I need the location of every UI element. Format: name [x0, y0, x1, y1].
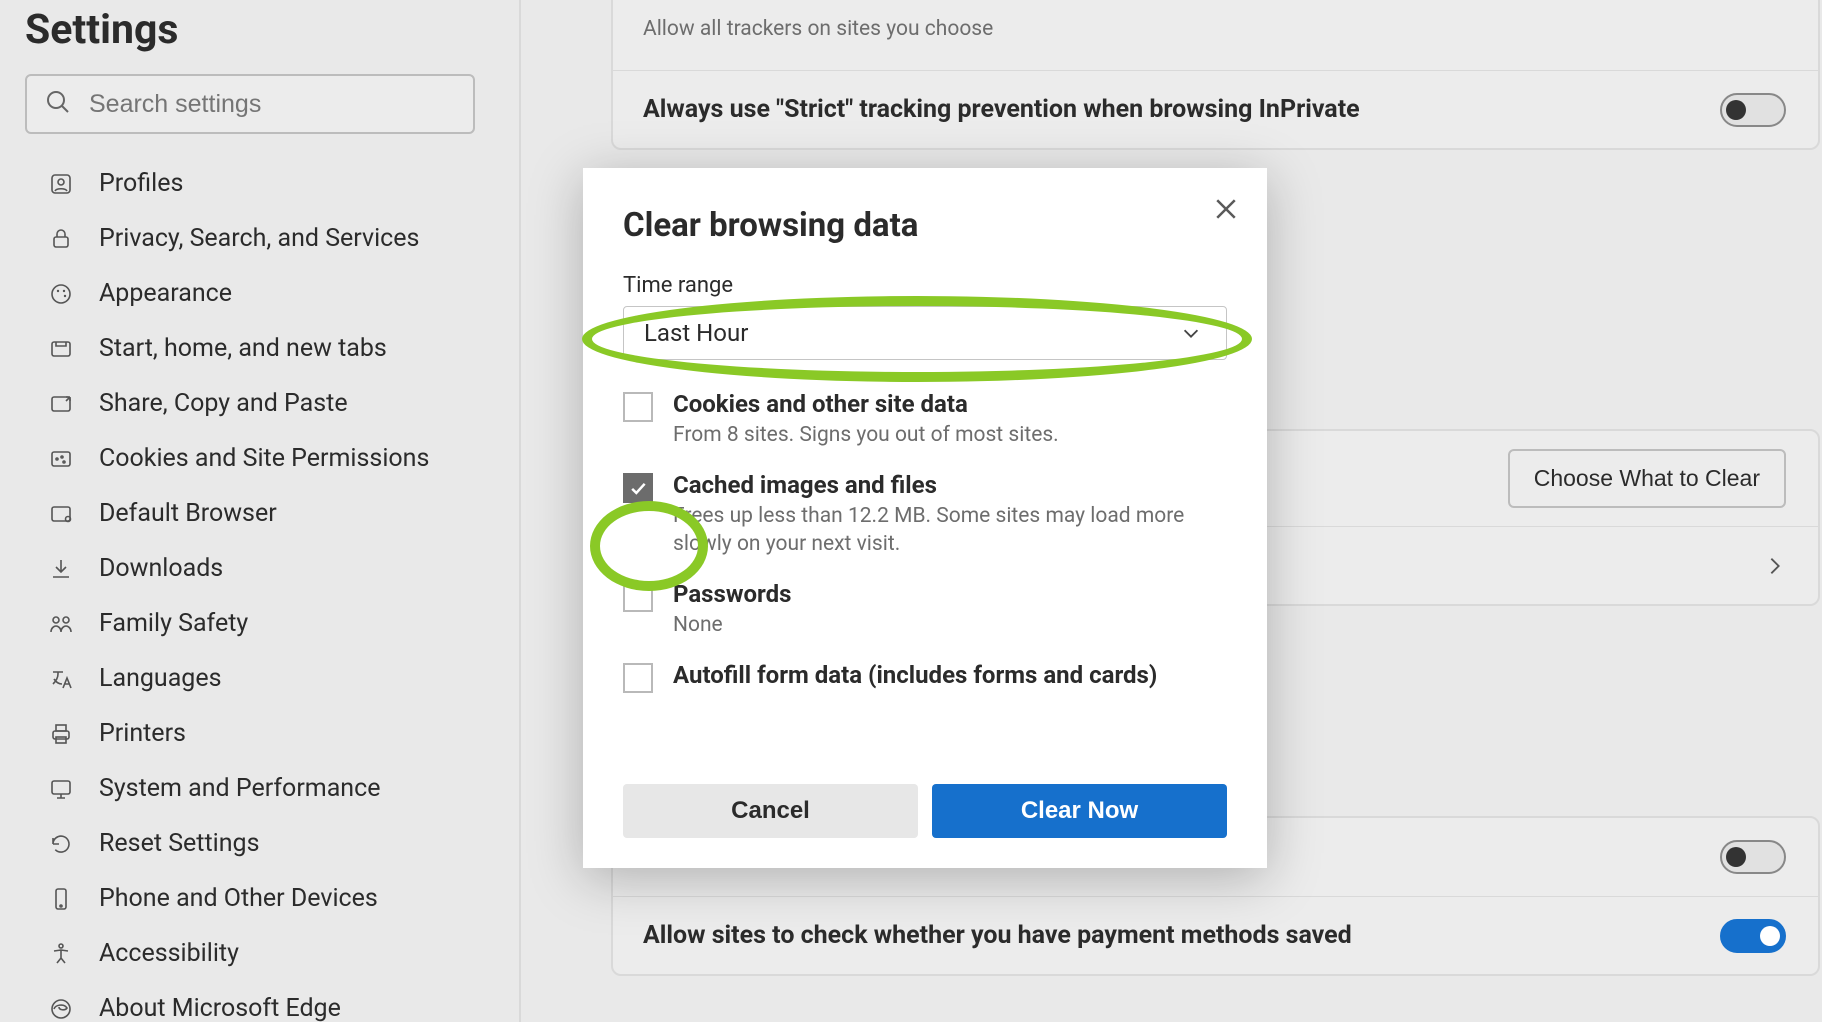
sidebar-item-privacy-search-and-services[interactable]: Privacy, Search, and Services: [25, 211, 494, 266]
time-range-label: Time range: [623, 273, 1227, 298]
sidebar-item-label: Cookies and Site Permissions: [99, 444, 429, 473]
cancel-button[interactable]: Cancel: [623, 784, 918, 838]
printer-icon: [47, 720, 75, 748]
trackers-subtitle: Allow all trackers on sites you choose: [643, 17, 993, 41]
tab-icon: [47, 335, 75, 363]
reset-icon: [47, 830, 75, 858]
sidebar-item-label: About Microsoft Edge: [99, 994, 341, 1022]
clear-option-autofill-form-data-includes-forms-and-cards: Autofill form data (includes forms and c…: [623, 661, 1219, 693]
sidebar-item-label: Family Safety: [99, 609, 248, 638]
sidebar-item-label: Appearance: [99, 279, 232, 308]
checkbox[interactable]: [623, 582, 653, 612]
option-title: Cookies and other site data: [673, 390, 1059, 418]
sidebar-item-label: Profiles: [99, 169, 183, 198]
option-description: From 8 sites. Signs you out of most site…: [673, 422, 1059, 449]
family-icon: [47, 610, 75, 638]
unknown-toggle[interactable]: [1720, 840, 1786, 874]
checkbox[interactable]: [623, 473, 653, 503]
sidebar-item-downloads[interactable]: Downloads: [25, 541, 494, 596]
time-range-value: Last Hour: [644, 319, 748, 347]
system-icon: [47, 775, 75, 803]
sidebar-item-label: Downloads: [99, 554, 223, 583]
sidebar-item-default-browser[interactable]: Default Browser: [25, 486, 494, 541]
option-title: Autofill form data (includes forms and c…: [673, 661, 1157, 689]
payment-methods-toggle[interactable]: [1720, 919, 1786, 953]
sidebar-item-label: Printers: [99, 719, 186, 748]
search-icon: [45, 89, 71, 119]
sidebar-item-label: System and Performance: [99, 774, 380, 803]
search-settings[interactable]: [25, 74, 475, 134]
choose-what-to-clear-button[interactable]: Choose What to Clear: [1508, 449, 1786, 508]
cookie-icon: [47, 445, 75, 473]
checkbox[interactable]: [623, 663, 653, 693]
sidebar-item-share-copy-and-paste[interactable]: Share, Copy and Paste: [25, 376, 494, 431]
accessibility-icon: [47, 940, 75, 968]
lock-icon: [47, 225, 75, 253]
phone-icon: [47, 885, 75, 913]
sidebar-item-label: Privacy, Search, and Services: [99, 224, 419, 253]
strict-tracking-toggle[interactable]: [1720, 93, 1786, 127]
sidebar-item-cookies-and-site-permissions[interactable]: Cookies and Site Permissions: [25, 431, 494, 486]
option-title: Passwords: [673, 580, 791, 608]
browser-icon: [47, 500, 75, 528]
sidebar-item-label: Start, home, and new tabs: [99, 334, 387, 363]
sidebar-item-label: Share, Copy and Paste: [99, 389, 348, 418]
option-description: None: [673, 612, 791, 639]
sidebar-item-label: Phone and Other Devices: [99, 884, 378, 913]
checkbox[interactable]: [623, 392, 653, 422]
palette-icon: [47, 280, 75, 308]
chevron-right-icon[interactable]: [1764, 555, 1786, 577]
time-range-select[interactable]: Last Hour: [623, 306, 1227, 360]
settings-sidebar: Settings Profiles Privacy, Search, and Se…: [0, 0, 521, 1022]
clear-option-cookies-and-other-site-data: Cookies and other site data From 8 sites.…: [623, 390, 1219, 449]
sidebar-item-languages[interactable]: Languages: [25, 651, 494, 706]
sidebar-item-label: Accessibility: [99, 939, 239, 968]
sidebar-item-label: Reset Settings: [99, 829, 260, 858]
dialog-title: Clear browsing data: [623, 206, 1227, 245]
sidebar-item-appearance[interactable]: Appearance: [25, 266, 494, 321]
sidebar-item-accessibility[interactable]: Accessibility: [25, 926, 494, 981]
sidebar-item-start-home-and-new-tabs[interactable]: Start, home, and new tabs: [25, 321, 494, 376]
close-button[interactable]: [1211, 194, 1241, 224]
strict-tracking-title: Always use "Strict" tracking prevention …: [643, 95, 1360, 124]
sidebar-item-printers[interactable]: Printers: [25, 706, 494, 761]
sidebar-item-reset-settings[interactable]: Reset Settings: [25, 816, 494, 871]
option-title: Cached images and files: [673, 471, 1219, 499]
language-icon: [47, 665, 75, 693]
sidebar-item-system-and-performance[interactable]: System and Performance: [25, 761, 494, 816]
clear-option-passwords: Passwords None: [623, 580, 1219, 639]
page-title: Settings: [25, 6, 494, 54]
payment-methods-title: Allow sites to check whether you have pa…: [643, 921, 1352, 950]
sidebar-item-about-microsoft-edge[interactable]: About Microsoft Edge: [25, 981, 494, 1022]
clear-browsing-data-dialog: Clear browsing data Time range Last Hour…: [583, 168, 1267, 868]
sidebar-item-family-safety[interactable]: Family Safety: [25, 596, 494, 651]
sidebar-item-label: Languages: [99, 664, 222, 693]
download-icon: [47, 555, 75, 583]
search-input[interactable]: [89, 90, 455, 119]
edge-icon: [47, 995, 75, 1022]
sidebar-item-profiles[interactable]: Profiles: [25, 156, 494, 211]
share-icon: [47, 390, 75, 418]
clear-now-button[interactable]: Clear Now: [932, 784, 1227, 838]
chevron-down-icon: [1180, 322, 1202, 344]
sidebar-item-phone-and-other-devices[interactable]: Phone and Other Devices: [25, 871, 494, 926]
option-description: Frees up less than 12.2 MB. Some sites m…: [673, 503, 1219, 558]
sidebar-item-label: Default Browser: [99, 499, 277, 528]
profile-icon: [47, 170, 75, 198]
clear-option-cached-images-and-files: Cached images and files Frees up less tha…: [623, 471, 1219, 558]
